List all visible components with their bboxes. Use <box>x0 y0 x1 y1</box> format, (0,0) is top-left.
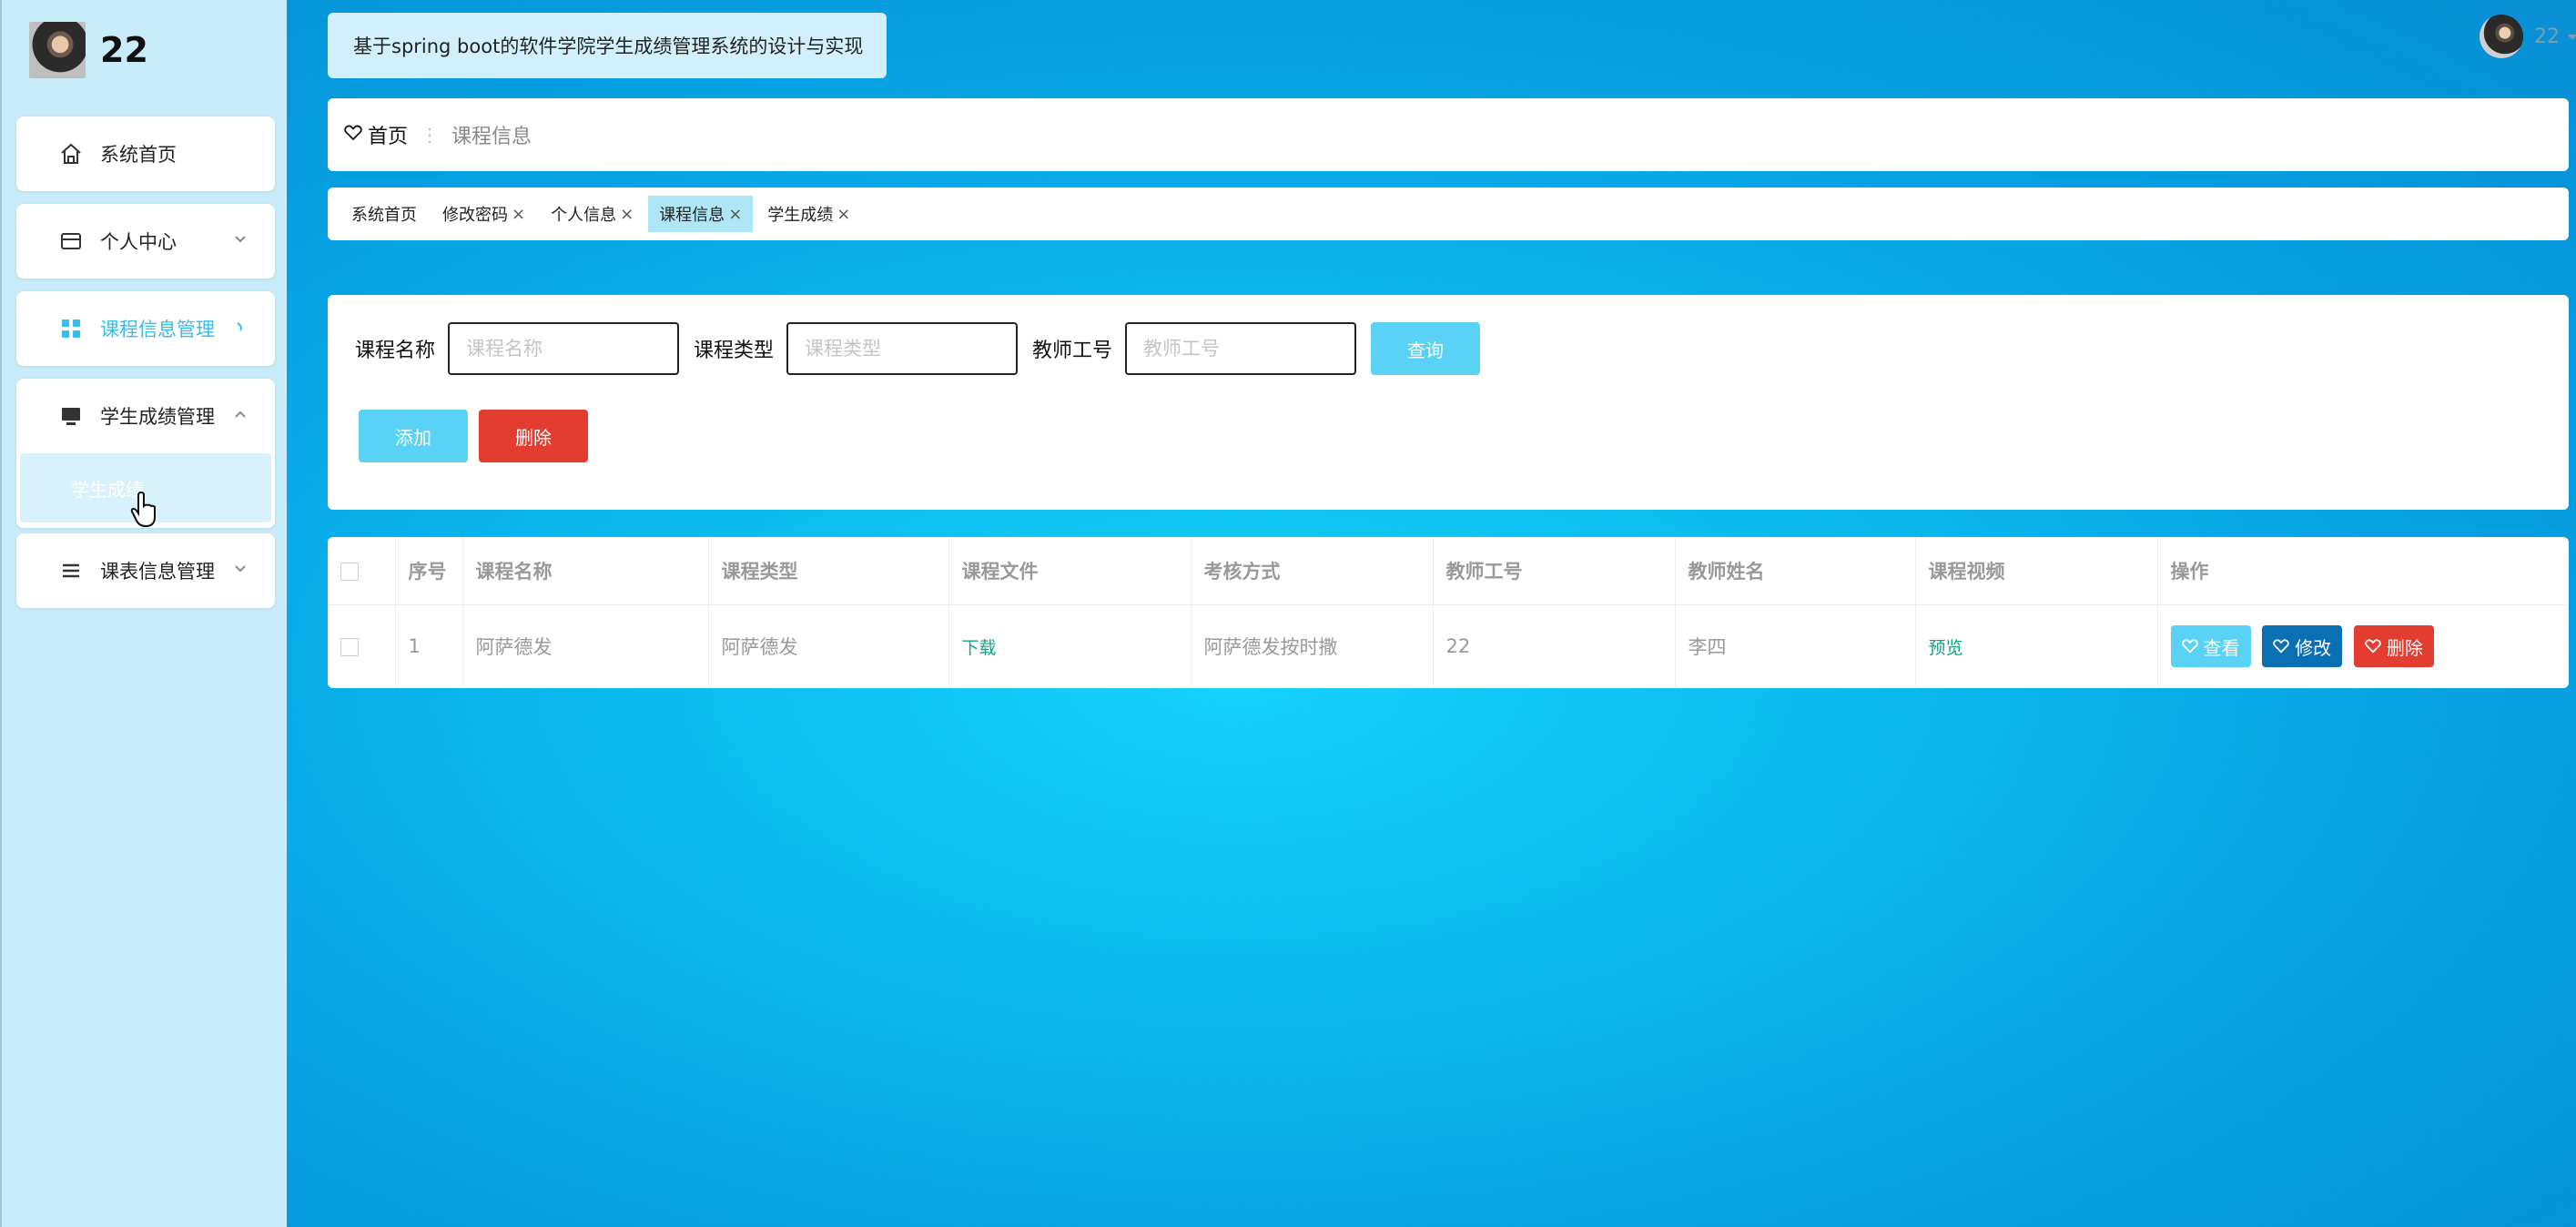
chevron-down-icon <box>233 561 248 578</box>
teacher-id-input[interactable] <box>1125 322 1357 375</box>
table-header-row: 序号 课程名称 课程类型 课程文件 考核方式 教师工号 教师姓名 课程视频 操作 <box>328 537 2569 605</box>
cell-teacher-id: 22 <box>1433 604 1676 688</box>
sidebar-item-label: 个人中心 <box>100 231 177 253</box>
tag-personal-info[interactable]: 个人信息 × <box>540 196 644 232</box>
query-button[interactable]: 查询 <box>1371 322 1481 375</box>
sidebar-item-label: 课程信息管理 <box>100 319 215 340</box>
column-header: 操作 <box>2157 537 2569 605</box>
tags-view: 系统首页 修改密码 × 个人信息 × 课程信息 × 学生成绩 × <box>328 188 2569 240</box>
breadcrumb-current: 课程信息 <box>451 126 532 148</box>
tag-label: 课程信息 <box>659 206 725 225</box>
tag-course-info[interactable]: 课程信息 × <box>648 196 754 232</box>
tag-label: 系统首页 <box>351 206 417 225</box>
sidebar-user-name: 22 <box>100 30 148 70</box>
cell-course-type: 阿萨德发 <box>708 604 949 688</box>
close-icon[interactable]: × <box>620 205 634 224</box>
sidebar-item-home[interactable]: 系统首页 <box>16 117 275 191</box>
card-icon <box>58 228 84 254</box>
edit-button[interactable]: 修改 <box>2262 625 2343 667</box>
add-button[interactable]: 添加 <box>359 410 468 462</box>
breadcrumb-home[interactable]: 首页 <box>368 120 408 149</box>
close-icon[interactable]: × <box>728 205 742 224</box>
grid-icon <box>58 316 84 341</box>
tag-label: 学生成绩 <box>767 206 834 225</box>
sidebar: 22 系统首页 个人中心 课程信息管理 学生成绩管理 学生成绩 课表信息管理 <box>0 0 287 1227</box>
course-name-input[interactable] <box>448 322 680 375</box>
search-panel: 课程名称 课程类型 教师工号 查询 添加 删除 <box>328 295 2569 510</box>
select-all-checkbox[interactable] <box>340 562 359 581</box>
sidebar-item-label: 学生成绩管理 <box>100 406 215 428</box>
edit-button-label: 修改 <box>2295 636 2332 659</box>
row-delete-button[interactable]: 删除 <box>2353 625 2434 667</box>
view-button-label: 查看 <box>2203 636 2240 659</box>
cell-course-video: 预览 <box>1915 604 2158 688</box>
sidebar-item-label: 系统首页 <box>100 144 177 166</box>
tag-label: 个人信息 <box>551 206 617 225</box>
course-type-input[interactable] <box>786 322 1019 375</box>
column-header: 课程名称 <box>462 537 709 605</box>
column-header: 序号 <box>395 537 463 605</box>
avatar <box>29 22 86 78</box>
cell-exam-method: 阿萨德发按时撒 <box>1191 604 1434 688</box>
breadcrumb-separator: ⋮ <box>421 124 440 146</box>
teacher-id-label: 教师工号 <box>1032 340 1113 362</box>
cell-course-name: 阿萨德发 <box>462 604 709 688</box>
heart-icon <box>2181 639 2198 654</box>
tag-label: 修改密码 <box>442 206 508 225</box>
chevron-down-icon <box>233 231 248 248</box>
column-header: 教师姓名 <box>1675 537 1916 605</box>
view-button[interactable]: 查看 <box>2170 625 2251 667</box>
tag-student-scores[interactable]: 学生成绩 × <box>756 196 861 232</box>
app-title: 基于spring boot的软件学院学生成绩管理系统的设计与实现 <box>353 35 864 57</box>
sidebar-item-schedule[interactable]: 课表信息管理 <box>16 533 275 608</box>
sidebar-item-label: 课表信息管理 <box>100 561 215 583</box>
home-icon <box>58 141 84 167</box>
list-icon <box>58 558 84 583</box>
heart-icon <box>344 125 362 145</box>
heart-icon <box>2273 639 2289 654</box>
batch-delete-button[interactable]: 删除 <box>479 410 588 462</box>
heart-icon <box>2365 639 2381 654</box>
column-header: 考核方式 <box>1191 537 1434 605</box>
top-user-name[interactable]: 22 <box>2534 25 2560 48</box>
column-header: 课程类型 <box>708 537 949 605</box>
breadcrumb: 首页 ⋮ 课程信息 <box>328 98 2569 171</box>
table-row: 1 阿萨德发 阿萨德发 下载 阿萨德发按时撒 22 李四 预览 查看 修改 删除 <box>328 604 2569 688</box>
sidebar-item-profile[interactable]: 个人中心 <box>16 204 275 279</box>
row-select-cell[interactable] <box>328 604 396 688</box>
cell-course-file: 下载 <box>948 604 1192 688</box>
course-type-label: 课程类型 <box>694 340 775 362</box>
hand-cursor-icon <box>129 491 158 532</box>
cell-actions: 查看 修改 删除 <box>2157 604 2569 688</box>
cell-teacher-name: 李四 <box>1675 604 1916 688</box>
preview-link[interactable]: 预览 <box>1929 638 1963 658</box>
tag-home[interactable]: 系统首页 <box>340 196 428 232</box>
course-name-label: 课程名称 <box>355 340 436 362</box>
avatar[interactable] <box>2480 15 2523 58</box>
tag-change-password[interactable]: 修改密码 × <box>431 196 536 232</box>
expand-icon <box>233 319 248 336</box>
column-header: 课程文件 <box>948 537 1192 605</box>
row-checkbox[interactable] <box>340 638 359 656</box>
delete-button-label: 删除 <box>2386 636 2423 659</box>
sidebar-user: 22 <box>29 22 148 78</box>
monitor-icon <box>58 403 84 429</box>
top-user-menu[interactable]: 22 <box>2480 15 2576 58</box>
close-icon[interactable]: × <box>837 205 850 224</box>
app-title-box: 基于spring boot的软件学院学生成绩管理系统的设计与实现 <box>328 13 887 78</box>
caret-down-icon[interactable] <box>2567 28 2576 46</box>
chevron-up-icon <box>233 406 248 423</box>
cell-index: 1 <box>395 604 463 688</box>
sidebar-item-course[interactable]: 课程信息管理 <box>16 291 275 366</box>
course-table: 序号 课程名称 课程类型 课程文件 考核方式 教师工号 教师姓名 课程视频 操作… <box>328 537 2569 688</box>
select-all-cell[interactable] <box>328 537 396 605</box>
download-link[interactable]: 下载 <box>962 638 997 658</box>
close-icon[interactable]: × <box>512 205 525 224</box>
column-header: 课程视频 <box>1915 537 2158 605</box>
column-header: 教师工号 <box>1433 537 1676 605</box>
